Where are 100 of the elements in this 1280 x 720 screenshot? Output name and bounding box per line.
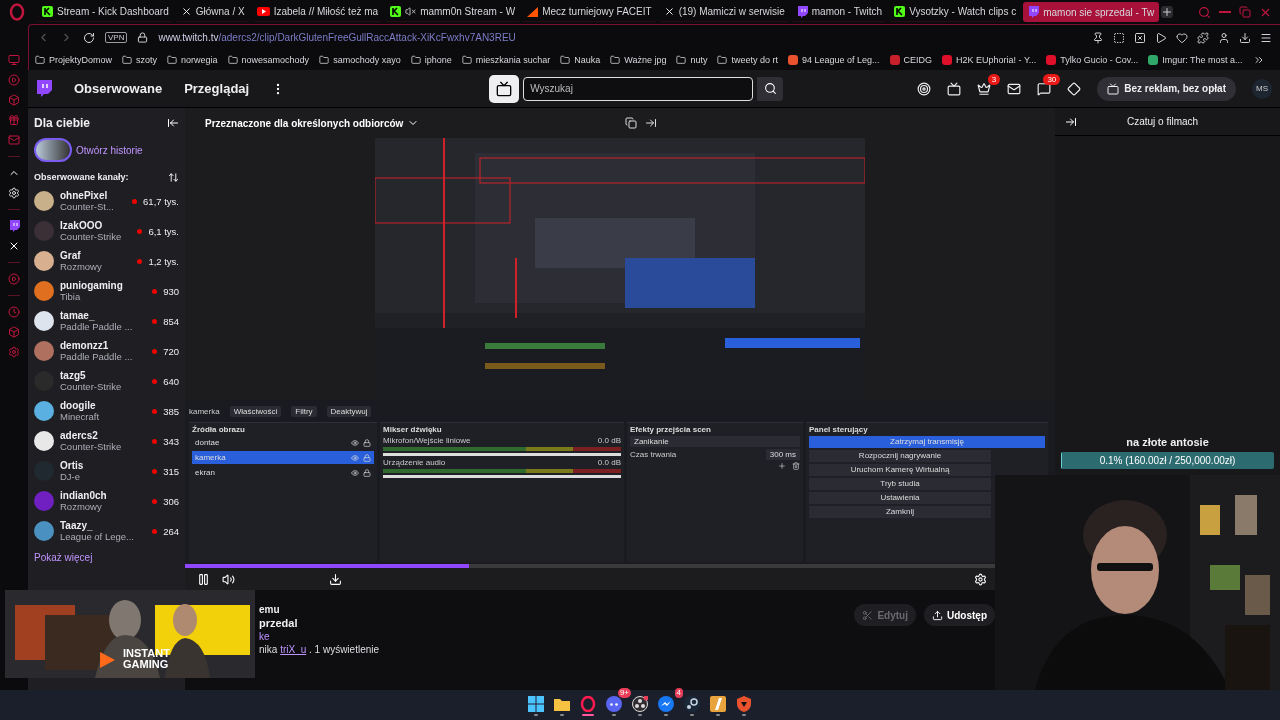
bookmark[interactable]: ProjektyDomow (35, 55, 113, 65)
share-button[interactable]: Udostęp (924, 604, 995, 626)
channel-category: Rozmowy (60, 261, 103, 272)
channel-name[interactable]: demonzz1 (60, 340, 147, 351)
goal-title: na złote antosie (1126, 436, 1209, 448)
obs-toolbar-button[interactable]: Właściwości (229, 405, 282, 417)
section-title: Obserwowane kanały: (34, 172, 129, 182)
goal-text: 0.1% (160.00zł / 250,000.00zł) (1099, 455, 1236, 466)
scene-name: kamerka (189, 406, 220, 416)
ad-brand-text: INSTANT GAMING (123, 648, 171, 670)
panel-title: Efekty przejścia scen (630, 425, 712, 434)
panel-title: Panel sterujący (809, 425, 869, 434)
obs-control-button[interactable]: Rozpocznij nagrywanie (809, 450, 991, 462)
channel-category: Paddle Paddle ... (60, 321, 134, 332)
author-link[interactable]: triX_u (280, 644, 307, 655)
browser-tab[interactable]: Mecz turniejowy FACEIT (522, 2, 657, 22)
browser-tab[interactable]: mamon - Twitch (791, 2, 888, 22)
viewer-count: 306 (163, 495, 179, 507)
bookmark[interactable]: samochody xayo (319, 55, 401, 65)
turbo-button[interactable]: Bez reklam, bez opłat (1097, 76, 1236, 101)
browser-tab[interactable]: Vysotzky - Watch clips c (889, 2, 1022, 22)
source-item[interactable]: dontae (192, 436, 374, 449)
mixer-reading: 0.0 dB (597, 458, 621, 467)
browser-tab[interactable]: mamm0n Stream - W (385, 2, 521, 22)
obs-control-button[interactable]: Tryb studia (809, 478, 991, 490)
bookmark[interactable]: tweety do rt (717, 55, 778, 65)
obs-control-button[interactable]: Ustawienia (809, 492, 991, 504)
nav-link[interactable]: Przeglądaj (184, 81, 250, 96)
channel-name[interactable]: IzakOOO (60, 220, 132, 231)
notification-badge: 30 (1043, 73, 1061, 85)
browser-tab[interactable]: Izabela // Miłość też ma (251, 2, 384, 22)
channel-name[interactable]: doogile (60, 400, 147, 411)
duration-label: Czas trwania (630, 450, 677, 459)
channel-category: Paddle Paddle ... (60, 351, 134, 362)
browser-tab[interactable]: (19) Mamiczi w serwisie (658, 2, 790, 22)
viewer-count: 385 (163, 405, 179, 417)
bookmark[interactable]: Nauka (560, 55, 601, 65)
bookmark[interactable]: nowesamochody (227, 55, 310, 65)
channel-category: Minecraft (60, 411, 101, 422)
taskbar-badge: 4 (674, 688, 683, 698)
bookmark[interactable]: Imgur: The most a... (1148, 55, 1243, 65)
channel-category: DJ-e (60, 471, 82, 482)
obs-control-button[interactable]: Uruchom Kamerę Wirtualną (809, 464, 991, 476)
sidebar-title: Dla ciebie (34, 116, 91, 130)
viewer-count: 720 (163, 345, 179, 357)
bookmark[interactable]: norwegia (167, 55, 218, 65)
viewer-count: 930 (163, 285, 179, 297)
channel-category: Rozmowy (60, 501, 103, 512)
panel-title: Źródła obrazu (192, 425, 246, 434)
bookmark[interactable]: Ważne jpg (610, 55, 667, 65)
bookmark[interactable]: H2K EUphoria! - Y... (942, 55, 1037, 65)
bookmark[interactable]: mieszkania suchar (461, 55, 551, 65)
notification-badge: 3 (987, 73, 1001, 85)
clip-title: przedal (259, 617, 299, 629)
stories-link[interactable]: Otwórz historie (76, 144, 143, 156)
search-field[interactable]: Wyszukaj (523, 76, 754, 101)
browser-tab[interactable]: Główna / X (175, 2, 250, 22)
bookmark[interactable]: 94 League of Leg... (788, 55, 880, 65)
bookmark[interactable]: Tylko Gucio - Cov... (1046, 55, 1139, 65)
channel-name[interactable]: ohnePixel (60, 190, 127, 201)
obs-control-button[interactable]: Zatrzymaj transmisję (809, 436, 1045, 448)
channel-name[interactable]: indian0ch (60, 490, 147, 501)
channel-name[interactable]: adercs2 (60, 430, 147, 441)
panel-title: Mikser dźwięku (383, 425, 443, 434)
viewer-count: 264 (163, 525, 179, 537)
source-item[interactable]: ekran (192, 466, 374, 479)
transition-select[interactable]: Zanikanie (630, 436, 800, 447)
bookmark[interactable]: szoty (122, 55, 158, 65)
user-avatar[interactable]: MS (1252, 78, 1272, 99)
audience-dropdown[interactable]: Przeznaczone dla określonych odbiorców (205, 117, 420, 129)
mixer-channel: Mikrofon/Wejście liniowe (383, 436, 471, 445)
vpn-badge[interactable]: VPN (105, 32, 128, 43)
browser-tab[interactable]: mamon sie sprzedal - Tw (1023, 2, 1160, 22)
viewer-count: 315 (163, 465, 179, 477)
channel-category: Tibia (60, 291, 82, 302)
viewer-count: 61,7 tys. (143, 195, 179, 207)
chat-title: Czatuj o filmach (1127, 116, 1199, 127)
show-more-link[interactable]: Pokaż więcej (34, 552, 179, 563)
mixer-channel: Urządzenie audio (383, 458, 446, 467)
duration-field[interactable]: 300 ms (765, 449, 800, 460)
channel-name[interactable]: Graf (60, 250, 132, 261)
channel-category: Counter-Strike (60, 231, 123, 242)
source-item[interactable]: kamerka (192, 451, 374, 464)
channel-name[interactable]: Taazy_ (60, 520, 147, 531)
url-text[interactable]: www.twitch.tv/adercs2/clip/DarkGlutenFreeGullRaccAttack-XiKcFwxhv7AN3REU (158, 32, 516, 43)
nav-link[interactable]: Obserwowane (74, 81, 163, 96)
bookmark[interactable]: nuty (676, 55, 708, 65)
bookmark[interactable]: CEIDG (889, 55, 933, 65)
channel-name[interactable]: tamae_ (60, 310, 147, 321)
channel-name[interactable]: puniogaming (60, 280, 147, 291)
viewer-count: 854 (163, 315, 179, 327)
obs-control-button[interactable]: Zamknij (809, 506, 991, 518)
channel-name[interactable]: tazg5 (60, 370, 147, 381)
taskbar-badge: 9+ (617, 688, 631, 698)
category-link[interactable]: ke (259, 631, 380, 642)
bookmark[interactable]: iphone (410, 55, 452, 65)
browser-tab[interactable]: Stream - Kick Dashboard (37, 2, 174, 22)
channel-name[interactable]: Ortis (60, 460, 147, 471)
obs-toolbar-button[interactable]: Filtry (291, 405, 317, 417)
obs-toolbar-button[interactable]: Deaktywuj (326, 405, 372, 417)
